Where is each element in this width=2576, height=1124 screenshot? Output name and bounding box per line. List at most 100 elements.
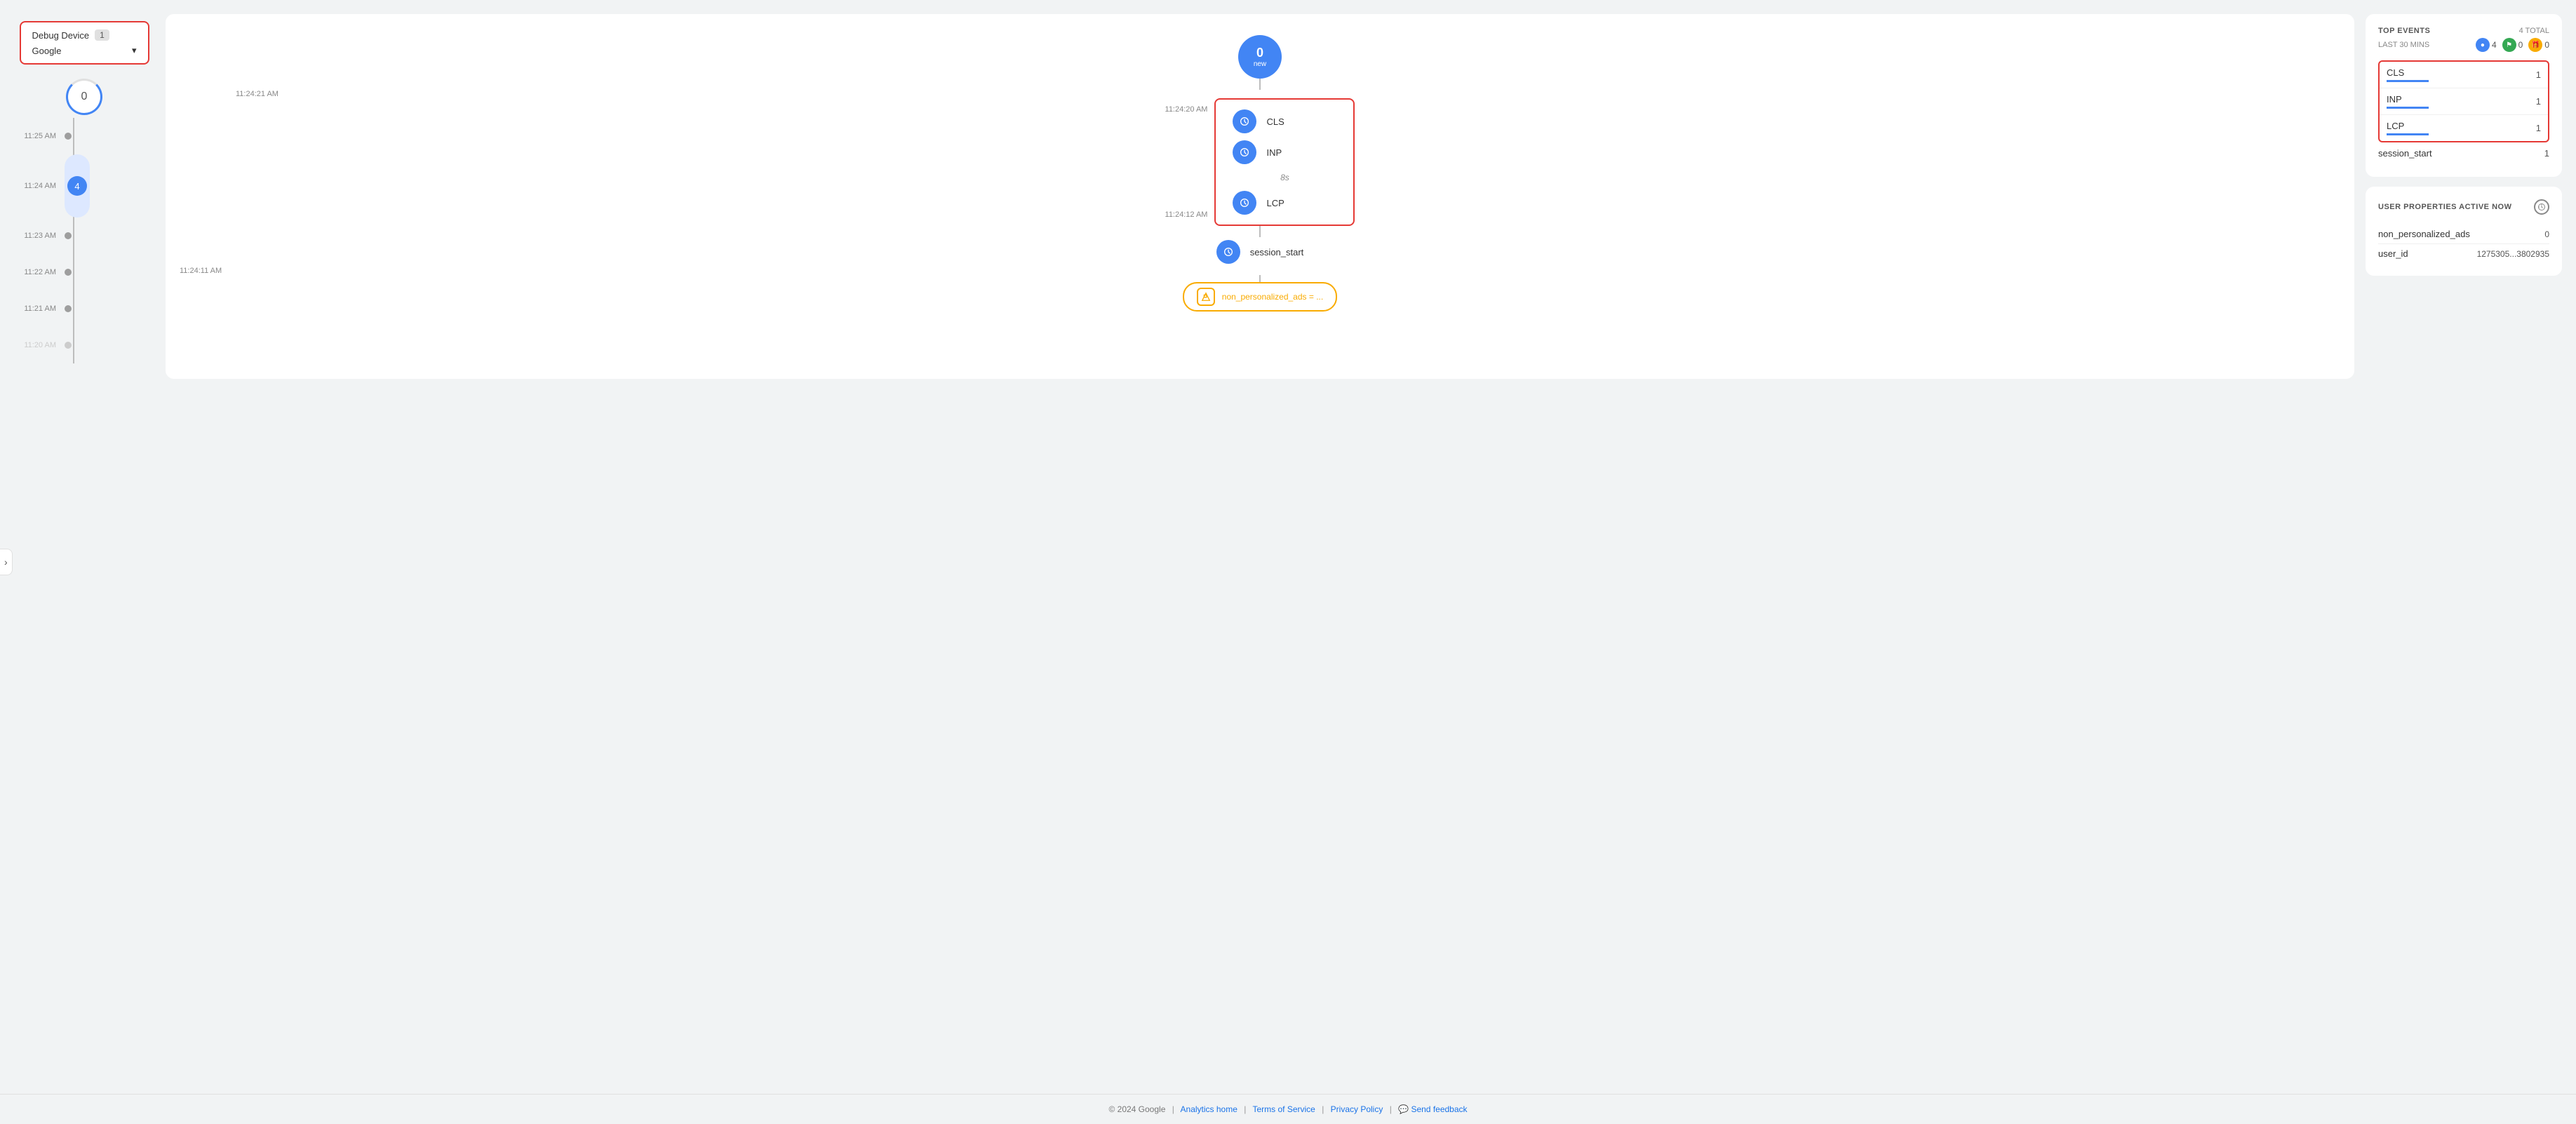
event-inp-bar <box>2387 107 2429 109</box>
blue-icon-count: ● 4 <box>2476 38 2497 52</box>
privacy-policy-link[interactable]: Privacy Policy <box>1331 1104 1383 1114</box>
orange-gift-icon: 🎁 <box>2528 38 2542 52</box>
timeline-container: 0 11:25 AM 11:24 AM 4 <box>14 79 154 363</box>
event-item-lcp[interactable]: LCP <box>1233 191 1336 215</box>
debug-device-box: Debug Device 1 Google ▾ <box>20 21 149 65</box>
top-events-total: 4 TOTAL <box>2519 27 2549 35</box>
event-cls-left: CLS <box>2387 67 2429 82</box>
feedback-icon: 💬 <box>1398 1104 1409 1114</box>
history-icon[interactable] <box>2534 199 2549 215</box>
cls-label: CLS <box>1266 116 1284 127</box>
right-panel: TOP EVENTS 4 TOTAL LAST 30 MINS ● 4 ⚑ 0 … <box>2366 14 2562 276</box>
session-start-count: 1 <box>2544 148 2549 159</box>
inp-label: INP <box>1266 147 1282 158</box>
event-row-cls[interactable]: CLS 1 <box>2380 62 2548 88</box>
top-bubble-number: 0 <box>1256 46 1263 60</box>
event-cls-bar <box>2387 80 2429 82</box>
event-inp-name: INP <box>2387 94 2429 105</box>
non-personalized-ads-box[interactable]: non_personalized_ads = ... <box>1183 282 1337 312</box>
footer: © 2024 Google | Analytics home | Terms o… <box>0 1094 2576 1124</box>
event-row-lcp[interactable]: LCP 1 <box>2380 115 2548 141</box>
event-item-cls[interactable]: CLS <box>1233 109 1336 133</box>
timeline-dot-1122 <box>65 269 72 276</box>
timestamp-1: 11:24:21 AM <box>236 90 279 98</box>
terms-of-service-link[interactable]: Terms of Service <box>1252 1104 1315 1114</box>
timeline-entry-1124: 11:24 AM 4 <box>14 154 154 218</box>
orange-count: 0 <box>2544 40 2549 50</box>
user-props-header: USER PROPERTIES ACTIVE NOW <box>2378 199 2549 215</box>
timeline-entries: 11:25 AM 11:24 AM 4 11:23 AM <box>14 118 154 363</box>
prop-value-non-personalized: 0 <box>2544 229 2549 239</box>
session-start-icon <box>1216 240 1240 264</box>
cls-icon <box>1233 109 1256 133</box>
user-props-title: USER PROPERTIES ACTIVE NOW <box>2378 203 2511 211</box>
event-inp-left: INP <box>2387 94 2429 109</box>
session-start-label: session_start <box>1250 247 1304 257</box>
timeline-dot-1125 <box>65 133 72 140</box>
green-count: 0 <box>2518 40 2523 50</box>
timeline-time-1125: 11:25 AM <box>14 132 65 140</box>
event-group-box: CLS INP <box>1214 98 1355 226</box>
session-start-left: session_start <box>2378 148 2432 159</box>
user-properties-card: USER PROPERTIES ACTIVE NOW non_personali… <box>2366 187 2562 276</box>
last-30-mins-label: LAST 30 MINS <box>2378 41 2429 49</box>
top-events-title: TOP EVENTS <box>2378 27 2430 35</box>
non-personalized-ads-label: non_personalized_ads = ... <box>1222 292 1323 302</box>
prop-row-non-personalized: non_personalized_ads 0 <box>2378 225 2549 244</box>
timeline-time-1121: 11:21 AM <box>14 305 65 313</box>
prop-row-user-id: user_id 1275305...3802935 <box>2378 244 2549 263</box>
timeline-dot-1121 <box>65 305 72 312</box>
timeline-entry-1121: 11:21 AM <box>14 290 154 327</box>
timeline-time-1120: 11:20 AM <box>14 341 65 349</box>
timestamp-2: 11:24:20 AM <box>1165 105 1208 114</box>
event-duration: 8s <box>1280 173 1289 182</box>
timeline-entry-1123: 11:23 AM <box>14 218 154 254</box>
analytics-home-link[interactable]: Analytics home <box>1181 1104 1237 1114</box>
timeline-time-1123: 11:23 AM <box>14 232 65 240</box>
flow-connector-3 <box>1259 275 1261 282</box>
top-events-header: TOP EVENTS 4 TOTAL <box>2378 27 2549 35</box>
top-events-icon-counts: ● 4 ⚑ 0 🎁 0 <box>2476 38 2549 52</box>
prop-name-user-id: user_id <box>2378 248 2408 259</box>
timestamp-3: 11:24:12 AM <box>1165 210 1208 219</box>
timeline-time-1122: 11:22 AM <box>14 268 65 276</box>
event-inp-count: 1 <box>2536 96 2541 107</box>
top-bubble-label: new <box>1254 60 1266 68</box>
dropdown-arrow-icon: ▾ <box>132 45 137 56</box>
inp-icon <box>1233 140 1256 164</box>
blue-count: 4 <box>2492 40 2497 50</box>
event-item-inp[interactable]: INP <box>1233 140 1336 164</box>
send-feedback-link[interactable]: 💬 Send feedback <box>1398 1104 1467 1114</box>
event-flow: 0 new 11:24:21 AM 11:24:20 AM 11:24:12 A… <box>180 35 2340 312</box>
top-events-sub: LAST 30 MINS ● 4 ⚑ 0 🎁 0 <box>2378 38 2549 52</box>
event-lcp-bar <box>2387 133 2429 135</box>
event-row-inp[interactable]: INP 1 <box>2380 88 2548 115</box>
timeline-entry-1125: 11:25 AM <box>14 118 154 154</box>
event-lcp-count: 1 <box>2536 123 2541 133</box>
timeline-time-1124: 11:24 AM <box>14 182 65 190</box>
timestamp-4: 11:24:11 AM <box>180 267 222 275</box>
event-row-session-start[interactable]: session_start 1 <box>2378 142 2549 164</box>
lcp-label: LCP <box>1266 198 1284 208</box>
flow-connector-1 <box>1259 79 1261 90</box>
timeline-dot-1123 <box>65 232 72 239</box>
expand-sidebar-button[interactable]: › <box>0 549 13 575</box>
center-panel: 0 new 11:24:21 AM 11:24:20 AM 11:24:12 A… <box>166 14 2354 379</box>
green-icon-count: ⚑ 0 <box>2502 38 2523 52</box>
top-events-card: TOP EVENTS 4 TOTAL LAST 30 MINS ● 4 ⚑ 0 … <box>2366 14 2562 177</box>
debug-device-header: Debug Device 1 <box>32 29 137 41</box>
prop-name-non-personalized: non_personalized_ads <box>2378 229 2470 239</box>
debug-device-select[interactable]: Google ▾ <box>32 45 137 56</box>
timeline-top-number: 0 <box>81 91 88 103</box>
session-start-name: session_start <box>2378 148 2432 159</box>
session-start-item[interactable]: session_start <box>1216 240 1304 264</box>
debug-device-badge: 1 <box>95 29 109 41</box>
event-lcp-left: LCP <box>2387 121 2429 135</box>
green-flag-icon: ⚑ <box>2502 38 2516 52</box>
flow-connector-2 <box>1259 226 1261 237</box>
timeline-active-count: 4 <box>67 176 87 196</box>
timeline-top-circle: 0 <box>66 79 102 115</box>
non-personalized-icon <box>1197 288 1215 306</box>
timeline-entry-1122: 11:22 AM <box>14 254 154 290</box>
event-cls-name: CLS <box>2387 67 2429 78</box>
